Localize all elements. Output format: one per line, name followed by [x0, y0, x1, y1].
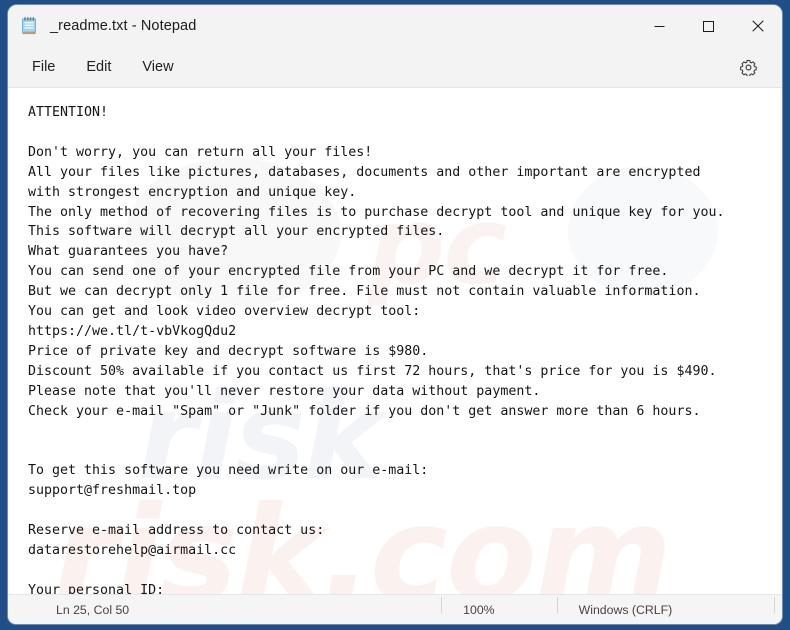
- menu-item-edit[interactable]: Edit: [76, 54, 121, 80]
- close-button[interactable]: [733, 5, 782, 47]
- notepad-icon: [21, 17, 37, 35]
- settings-button[interactable]: [734, 53, 762, 81]
- window-title: _readme.txt - Notepad: [50, 18, 197, 34]
- ransom-note-text[interactable]: ATTENTION! Don't worry, you can return a…: [8, 88, 782, 594]
- menu-item-view[interactable]: View: [132, 54, 183, 80]
- ransom-note-content: ATTENTION! Don't worry, you can return a…: [28, 105, 725, 594]
- window-titlebar[interactable]: _readme.txt - Notepad: [8, 5, 782, 47]
- menu-bar: File Edit View: [8, 47, 782, 88]
- status-bar: Ln 25, Col 50 100% Windows (CRLF) UTF-8: [8, 594, 782, 624]
- window-controls: [635, 5, 782, 47]
- line-ending-status[interactable]: Windows (CRLF): [556, 596, 672, 617]
- zoom-level-status[interactable]: 100%: [441, 596, 495, 617]
- close-icon: [751, 20, 764, 32]
- cursor-position-status: Ln 25, Col 50: [56, 602, 130, 617]
- maximize-button[interactable]: [684, 5, 733, 47]
- gear-icon: [739, 59, 757, 76]
- encoding-status[interactable]: UTF-8: [774, 596, 782, 617]
- notepad-window: _readme.txt - Notepad File Edit View pc …: [8, 5, 782, 624]
- text-editor-area[interactable]: pc risk risk.com ATTENTION! Don't worry,…: [8, 88, 782, 594]
- menu-item-file[interactable]: File: [22, 54, 65, 80]
- maximize-icon: [703, 20, 714, 32]
- minimize-button[interactable]: [635, 5, 684, 47]
- minimize-icon: [654, 25, 665, 27]
